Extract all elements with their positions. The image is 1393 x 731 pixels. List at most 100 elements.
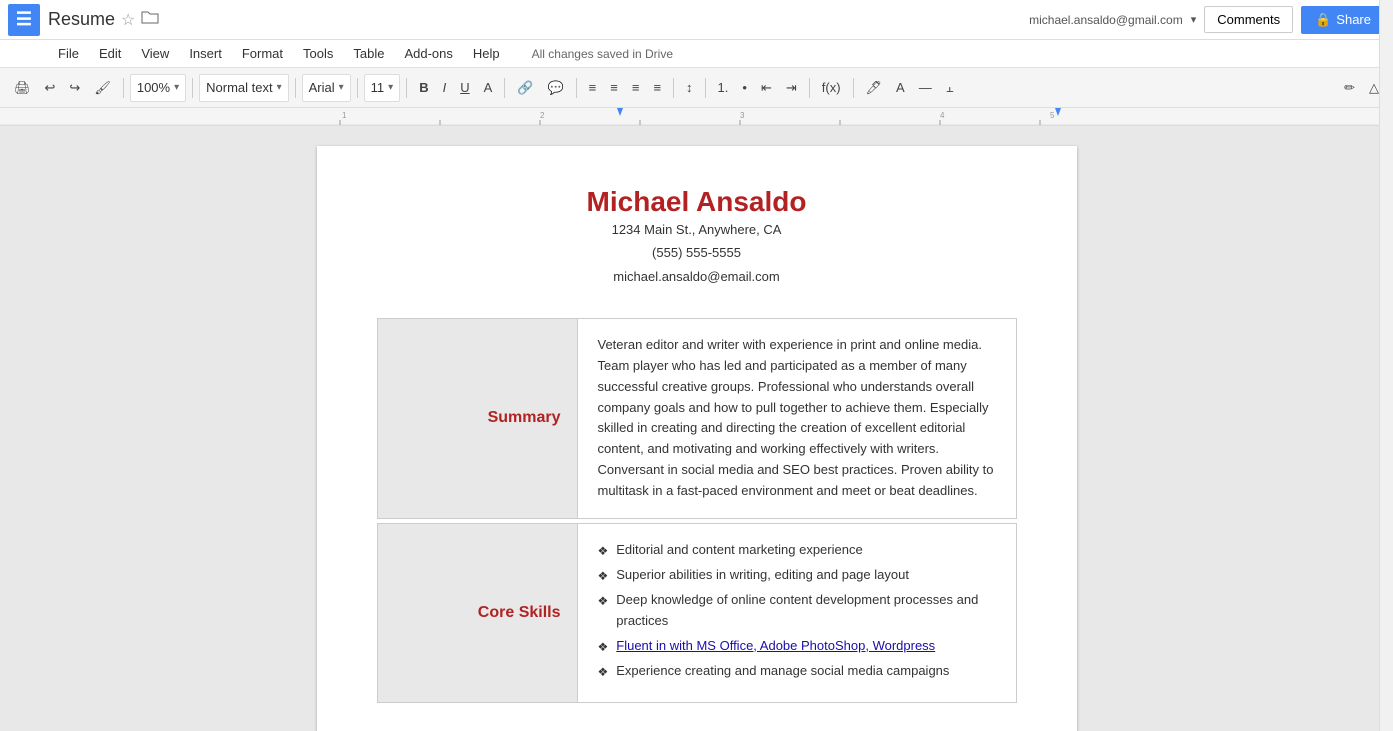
comments-button[interactable]: Comments xyxy=(1204,6,1293,33)
zoom-dropdown[interactable]: 100% ▾ xyxy=(130,74,186,102)
svg-text:4: 4 xyxy=(940,111,945,120)
align-right-button[interactable]: ≡ xyxy=(626,76,646,99)
skill-text-5: Experience creating and manage social me… xyxy=(616,661,949,682)
ruler: 1 2 3 4 5 xyxy=(0,108,1393,126)
skill-text-2: Superior abilities in writing, editing a… xyxy=(616,565,909,586)
columns-button[interactable]: ⫠ xyxy=(940,76,960,100)
separator-9 xyxy=(705,78,706,98)
menu-insert[interactable]: Insert xyxy=(181,44,230,63)
skills-label-cell: Core Skills xyxy=(378,524,578,702)
redo-button[interactable]: ↪ xyxy=(63,76,86,100)
link-button[interactable]: 🔗 xyxy=(511,76,539,100)
menu-edit[interactable]: Edit xyxy=(91,44,129,63)
menu-format[interactable]: Format xyxy=(234,44,291,63)
skill-text-4[interactable]: Fluent in with MS Office, Adobe PhotoSho… xyxy=(616,636,935,657)
menu-file[interactable]: File xyxy=(50,44,87,63)
share-lock-icon: 🔒 xyxy=(1315,12,1331,28)
summary-label: Summary xyxy=(488,409,561,427)
size-value: 11 xyxy=(371,80,385,95)
style-value: Normal text xyxy=(206,80,272,95)
resume-address: 1234 Main St., Anywhere, CA xyxy=(377,218,1017,241)
size-arrow: ▾ xyxy=(388,82,393,93)
skill-item-4: ❖ Fluent in with MS Office, Adobe PhotoS… xyxy=(598,636,996,657)
separator-3 xyxy=(295,78,296,98)
highlight-color-button[interactable]: 🖊 xyxy=(860,76,889,100)
undo-button[interactable]: ↩ xyxy=(39,76,62,100)
style-dropdown[interactable]: Normal text ▾ xyxy=(199,74,289,102)
font-dropdown[interactable]: Arial ▾ xyxy=(302,74,351,102)
separator-6 xyxy=(504,78,505,98)
italic-button[interactable]: I xyxy=(437,76,453,99)
skill-item-2: ❖ Superior abilities in writing, editing… xyxy=(598,565,996,586)
share-label: Share xyxy=(1336,12,1371,27)
resume-header: Michael Ansaldo 1234 Main St., Anywhere,… xyxy=(377,186,1017,288)
ordered-list-button[interactable]: 1. xyxy=(712,76,735,99)
summary-text: Veteran editor and writer with experienc… xyxy=(598,335,996,501)
bullet-2: ❖ xyxy=(598,567,609,586)
text-bg-color-button[interactable]: A xyxy=(890,76,911,99)
print-button[interactable]: 🖨 xyxy=(8,76,37,100)
underline-button[interactable]: U xyxy=(454,76,475,99)
user-area: michael.ansaldo@gmail.com ▾ Comments 🔒 S… xyxy=(1029,6,1385,34)
comment-button[interactable]: 💬 xyxy=(541,76,569,100)
email-dropdown-arrow[interactable]: ▾ xyxy=(1191,13,1197,26)
skill-text-3: Deep knowledge of online content develop… xyxy=(616,590,995,632)
scrollbar-area[interactable] xyxy=(1379,0,1393,731)
separator-2 xyxy=(192,78,193,98)
skill-text-1: Editorial and content marketing experien… xyxy=(616,540,862,561)
font-arrow: ▾ xyxy=(339,82,344,93)
bullet-4: ❖ xyxy=(598,638,609,657)
summary-label-cell: Summary xyxy=(378,319,578,517)
line-button[interactable]: — xyxy=(913,76,938,99)
svg-text:2: 2 xyxy=(540,111,545,120)
menu-view[interactable]: View xyxy=(133,44,177,63)
menu-table[interactable]: Table xyxy=(345,44,392,63)
skills-label: Core Skills xyxy=(478,604,561,622)
menu-help[interactable]: Help xyxy=(465,44,508,63)
svg-text:3: 3 xyxy=(740,111,745,120)
separator-11 xyxy=(853,78,854,98)
separator-5 xyxy=(406,78,407,98)
indent-less-button[interactable]: ⇤ xyxy=(755,76,778,100)
text-color-button[interactable]: A xyxy=(478,76,499,99)
size-dropdown[interactable]: 11 ▾ xyxy=(364,74,401,102)
doc-title-area: Resume ☆ xyxy=(48,9,1021,30)
unordered-list-button[interactable]: • xyxy=(736,76,753,99)
skill-item-5: ❖ Experience creating and manage social … xyxy=(598,661,996,682)
skills-section: Core Skills ❖ Editorial and content mark… xyxy=(377,523,1017,703)
folder-icon[interactable] xyxy=(141,10,159,29)
skill-item-3: ❖ Deep knowledge of online content devel… xyxy=(598,590,996,632)
share-button[interactable]: 🔒 Share xyxy=(1301,6,1385,34)
menu-addons[interactable]: Add-ons xyxy=(396,44,460,63)
separator-10 xyxy=(809,78,810,98)
justify-button[interactable]: ≡ xyxy=(647,76,667,99)
star-icon[interactable]: ☆ xyxy=(121,10,135,30)
skill-item-1: ❖ Editorial and content marketing experi… xyxy=(598,540,996,561)
top-bar: ☰ Resume ☆ michael.ansaldo@gmail.com ▾ C… xyxy=(0,0,1393,40)
document-area[interactable]: Michael Ansaldo 1234 Main St., Anywhere,… xyxy=(0,126,1393,731)
align-left-button[interactable]: ≡ xyxy=(583,76,603,99)
line-spacing-button[interactable]: ↕ xyxy=(680,76,699,99)
document-page[interactable]: Michael Ansaldo 1234 Main St., Anywhere,… xyxy=(317,146,1077,731)
indent-more-button[interactable]: ⇥ xyxy=(780,76,803,100)
menu-bar: File Edit View Insert Format Tools Table… xyxy=(0,40,1393,68)
font-value: Arial xyxy=(309,80,335,95)
align-center-button[interactable]: ≡ xyxy=(604,76,624,99)
doc-title[interactable]: Resume xyxy=(48,9,115,30)
svg-text:5: 5 xyxy=(1050,111,1055,120)
formula-button[interactable]: f(x) xyxy=(816,76,847,99)
save-status: All changes saved in Drive xyxy=(532,47,673,61)
svg-text:1: 1 xyxy=(342,111,347,120)
style-arrow: ▾ xyxy=(277,82,282,93)
pen-button[interactable]: ✏ xyxy=(1338,76,1361,100)
paint-format-button[interactable]: 🖌 xyxy=(88,76,117,100)
bullet-3: ❖ xyxy=(598,592,609,611)
separator-8 xyxy=(673,78,674,98)
bold-button[interactable]: B xyxy=(413,76,434,99)
summary-section: Summary Veteran editor and writer with e… xyxy=(377,318,1017,518)
user-email: michael.ansaldo@gmail.com xyxy=(1029,13,1183,27)
skills-content[interactable]: ❖ Editorial and content marketing experi… xyxy=(578,524,1016,702)
summary-content[interactable]: Veteran editor and writer with experienc… xyxy=(578,319,1016,517)
menu-tools[interactable]: Tools xyxy=(295,44,341,63)
resume-email: michael.ansaldo@email.com xyxy=(377,265,1017,288)
